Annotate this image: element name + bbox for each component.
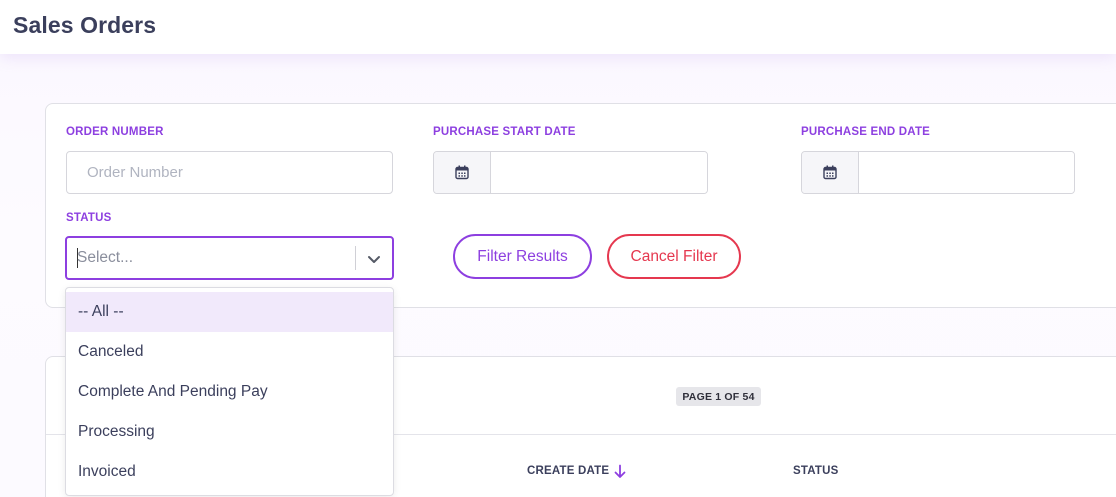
top-bar: Sales Orders xyxy=(0,0,1116,54)
order-number-input[interactable] xyxy=(66,151,393,194)
page-title: Sales Orders xyxy=(13,12,157,38)
dropdown-option-canceled[interactable]: Canceled xyxy=(66,332,393,372)
select-separator xyxy=(355,246,356,270)
purchase-start-date-input[interactable] xyxy=(491,152,707,193)
calendar-icon[interactable] xyxy=(434,152,491,193)
dropdown-option-processing[interactable]: Processing xyxy=(66,412,393,452)
status-dropdown-menu: -- All -- Canceled Complete And Pending … xyxy=(65,287,394,496)
filter-results-button[interactable]: Filter Results xyxy=(453,234,592,279)
purchase-start-date-label: PURCHASE START DATE xyxy=(433,126,576,138)
calendar-icon[interactable] xyxy=(802,152,859,193)
dropdown-option-all[interactable]: -- All -- xyxy=(66,292,393,332)
column-header-create-date[interactable]: CREATE DATE xyxy=(527,465,609,477)
purchase-end-date-input[interactable] xyxy=(859,152,1074,193)
dropdown-option-complete-pending-pay[interactable]: Complete And Pending Pay xyxy=(66,372,393,412)
status-select[interactable]: Select... xyxy=(65,236,394,280)
chevron-down-icon[interactable] xyxy=(365,250,383,268)
column-header-status[interactable]: STATUS xyxy=(793,465,839,477)
arrow-down-icon[interactable] xyxy=(613,464,627,479)
cancel-filter-button[interactable]: Cancel Filter xyxy=(607,234,741,279)
page-indicator-badge: PAGE 1 OF 54 xyxy=(676,387,761,406)
purchase-end-date-group xyxy=(801,151,1075,194)
dropdown-option-invoiced[interactable]: Invoiced xyxy=(66,452,393,492)
purchase-start-date-group xyxy=(433,151,708,194)
status-select-value: Select... xyxy=(77,249,133,266)
purchase-end-date-label: PURCHASE END DATE xyxy=(801,126,931,138)
order-number-label: ORDER NUMBER xyxy=(66,126,164,138)
status-label: STATUS xyxy=(66,212,112,224)
